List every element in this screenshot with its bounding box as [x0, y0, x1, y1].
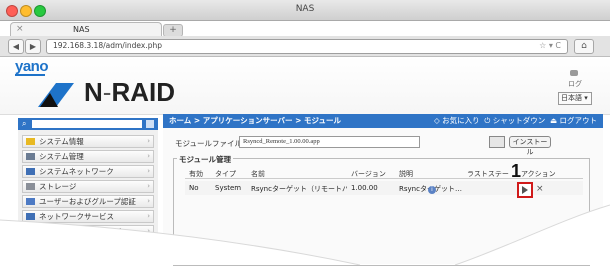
- page-curl-decoration: [0, 204, 610, 265]
